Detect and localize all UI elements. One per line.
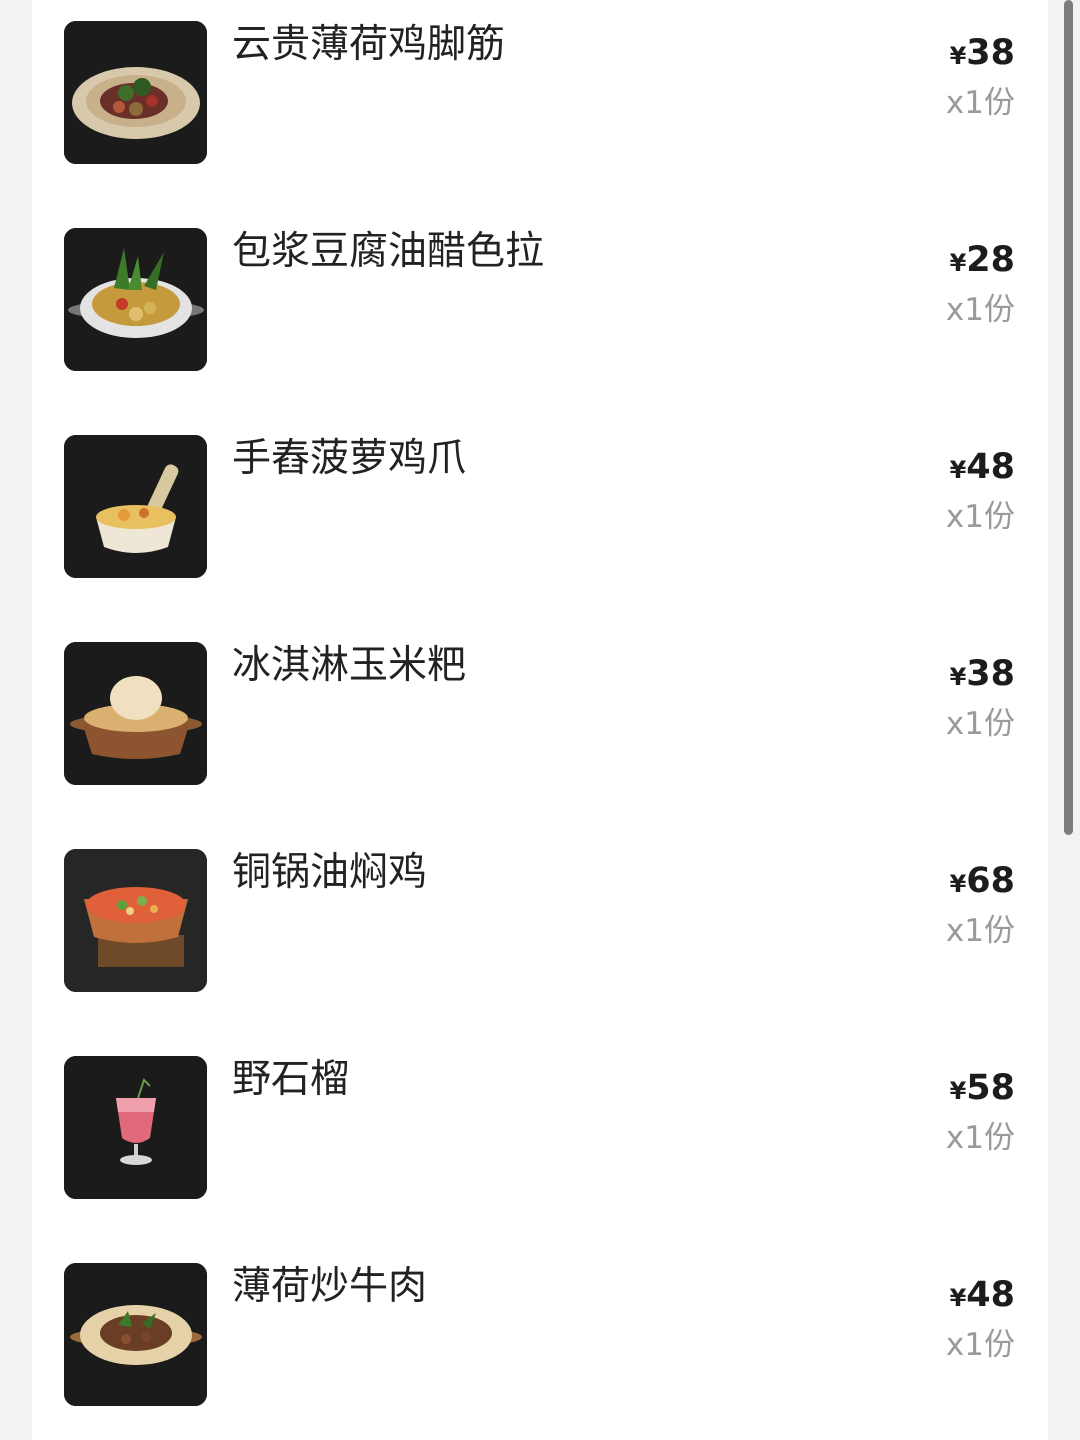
dish-quantity: x1份 [945,913,1015,949]
order-item[interactable]: 野石榴 ¥58 x1份 [32,1056,1048,1263]
dish-price: ¥68 [950,859,1015,906]
dish-image[interactable] [64,21,207,164]
order-item[interactable]: 冰淇淋玉米粑 ¥38 x1份 [32,642,1048,849]
dish-name: 薄荷炒牛肉 [232,1264,428,1309]
dish-image[interactable] [64,849,207,992]
dish-quantity: x1份 [945,1120,1015,1156]
dish-thumbnail [64,1056,207,1199]
dish-name: 野石榴 [232,1057,350,1102]
dish-image[interactable] [64,1263,207,1406]
dish-thumbnail [64,849,207,992]
price-value: 58 [966,1068,1015,1108]
dish-quantity: x1份 [945,706,1015,742]
price-value: 48 [966,447,1015,487]
price-value: 28 [966,240,1015,280]
dish-price: ¥58 [950,1066,1015,1113]
currency-symbol: ¥ [949,249,967,277]
dish-name: 包浆豆腐油醋色拉 [232,229,545,274]
dish-image[interactable] [64,642,207,785]
price-value: 68 [966,861,1015,901]
order-item[interactable]: 云贵薄荷鸡脚筋 ¥38 x1份 [32,21,1048,228]
dish-thumbnail [64,1263,207,1406]
price-value: 48 [966,1275,1015,1315]
dish-image[interactable] [64,228,207,371]
order-item[interactable]: 铜锅油焖鸡 ¥68 x1份 [32,849,1048,1056]
currency-symbol: ¥ [949,42,967,70]
dish-thumbnail [64,435,207,578]
dish-price: ¥48 [950,1273,1015,1320]
dish-thumbnail [64,228,207,371]
dish-price: ¥48 [950,445,1015,492]
currency-symbol: ¥ [949,1077,967,1105]
dish-name: 冰淇淋玉米粑 [232,643,467,688]
dish-thumbnail [64,642,207,785]
order-item[interactable]: 薄荷炒牛肉 ¥48 x1份 [32,1263,1048,1440]
dish-image[interactable] [64,1056,207,1199]
dish-name: 云贵薄荷鸡脚筋 [232,22,506,67]
dish-price: ¥38 [950,31,1015,78]
currency-symbol: ¥ [949,1284,967,1312]
dish-image[interactable] [64,435,207,578]
dish-quantity: x1份 [945,1327,1015,1363]
currency-symbol: ¥ [949,663,967,691]
order-item[interactable]: 手舂菠萝鸡爪 ¥48 x1份 [32,435,1048,642]
dish-name: 铜锅油焖鸡 [232,850,428,895]
currency-symbol: ¥ [949,870,967,898]
dish-price: ¥38 [950,652,1015,699]
dish-name: 手舂菠萝鸡爪 [232,436,467,481]
dish-price: ¥28 [950,238,1015,285]
currency-symbol: ¥ [949,456,967,484]
vertical-scrollbar[interactable] [1064,0,1073,835]
dish-quantity: x1份 [945,85,1015,121]
price-value: 38 [966,654,1015,694]
order-page: 云贵薄荷鸡脚筋 ¥38 x1份 包浆豆腐油醋色拉 ¥28 x1份 手舂菠萝鸡爪 … [0,0,1080,1440]
dish-thumbnail [64,21,207,164]
order-item[interactable]: 包浆豆腐油醋色拉 ¥28 x1份 [32,228,1048,435]
dish-quantity: x1份 [945,499,1015,535]
dish-quantity: x1份 [945,292,1015,328]
price-value: 38 [966,33,1015,73]
order-items-card: 云贵薄荷鸡脚筋 ¥38 x1份 包浆豆腐油醋色拉 ¥28 x1份 手舂菠萝鸡爪 … [32,0,1048,1440]
